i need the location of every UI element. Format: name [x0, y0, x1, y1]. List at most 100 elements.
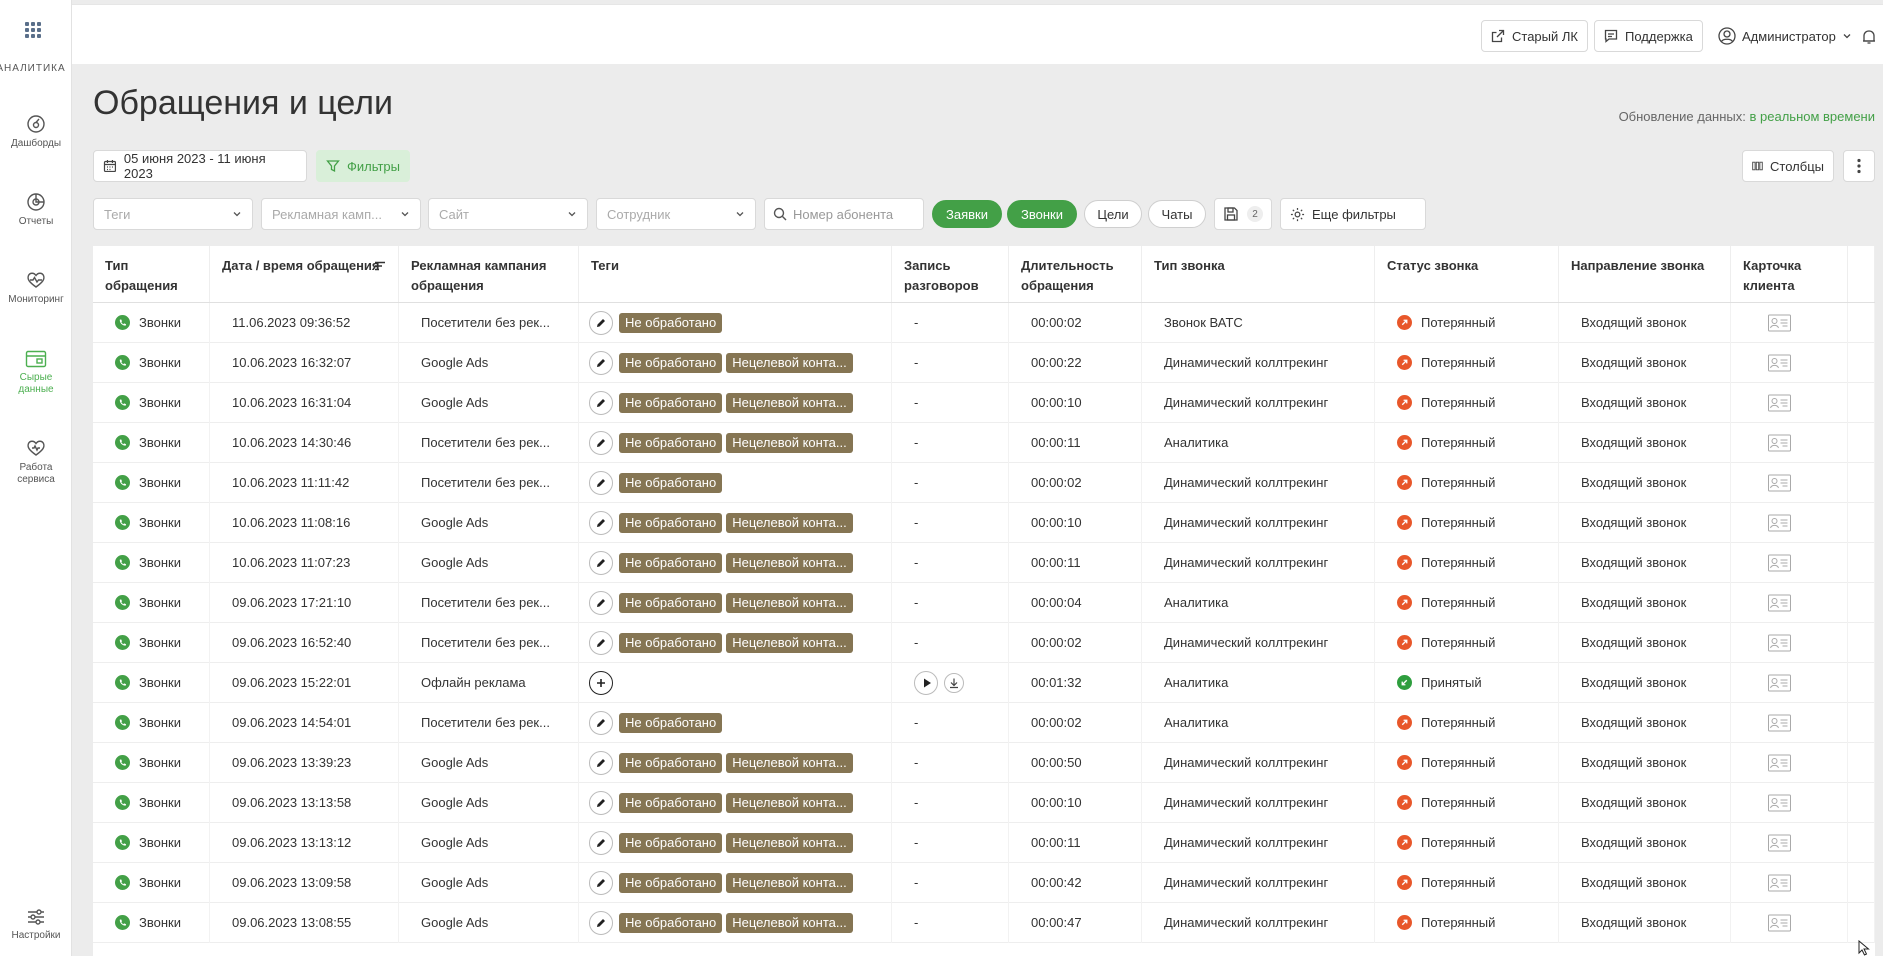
- date-range-picker[interactable]: 05 июня 2023 - 11 июня 2023: [93, 150, 307, 182]
- column-header-record[interactable]: Запись разговоров: [892, 246, 1009, 302]
- columns-button[interactable]: Столбцы: [1742, 150, 1834, 182]
- edit-tags-button[interactable]: [589, 790, 613, 815]
- client-card-icon[interactable]: [1767, 794, 1792, 812]
- client-card-icon[interactable]: [1767, 714, 1792, 732]
- download-record-button[interactable]: [944, 672, 964, 693]
- client-card-icon[interactable]: [1767, 634, 1792, 652]
- type-label: Звонки: [139, 675, 181, 690]
- apps-grid-icon[interactable]: [25, 22, 41, 38]
- column-header-call-status[interactable]: Статус звонка: [1375, 246, 1559, 302]
- edit-tags-button[interactable]: [589, 630, 613, 655]
- client-card-icon[interactable]: [1767, 514, 1792, 532]
- client-card-icon[interactable]: [1767, 834, 1792, 852]
- add-tag-button[interactable]: [589, 670, 613, 695]
- tags-select[interactable]: Теги: [93, 198, 253, 230]
- more-filters-button[interactable]: Еще фильтры: [1280, 198, 1426, 230]
- cell-duration: 00:00:02: [1009, 622, 1142, 663]
- status-arrow: [1401, 679, 1408, 686]
- column-header-duration[interactable]: Длительность обращения: [1009, 246, 1142, 302]
- column-header-call-type[interactable]: Тип звонка: [1142, 246, 1375, 302]
- tag-badge: Не обработано: [619, 592, 723, 613]
- more-options-button[interactable]: [1843, 150, 1875, 182]
- sidebar-item-service[interactable]: Работа сервиса: [0, 438, 72, 486]
- client-card-icon[interactable]: [1767, 914, 1792, 932]
- pill-goals[interactable]: Цели: [1084, 200, 1142, 228]
- edit-tags-button[interactable]: [589, 830, 613, 855]
- site-select[interactable]: Сайт: [428, 198, 588, 230]
- client-card-icon[interactable]: [1767, 314, 1792, 332]
- edit-tags-button[interactable]: [589, 470, 613, 495]
- type-label: Звонки: [139, 875, 181, 890]
- cell-call-type: Динамический коллтрекинг: [1142, 382, 1375, 423]
- phone-icon: [115, 715, 130, 730]
- edit-tags-button[interactable]: [589, 310, 613, 335]
- edit-tags-button[interactable]: [589, 750, 613, 775]
- sidebar-item-monitoring[interactable]: Мониторинг: [0, 270, 72, 305]
- update-value[interactable]: в реальном времени: [1750, 109, 1876, 124]
- tag-badge: Не обработано: [619, 432, 723, 453]
- missed-call-icon: [1397, 475, 1412, 490]
- column-header-datetime[interactable]: Дата / время обращения: [210, 246, 399, 302]
- edit-tags-button[interactable]: [589, 550, 613, 575]
- status-label: Потерянный: [1421, 755, 1496, 770]
- sidebar-item-reports[interactable]: Отчеты: [0, 192, 72, 227]
- status-arrow: [1401, 839, 1408, 846]
- edit-tags-button[interactable]: [589, 430, 613, 455]
- column-header-tags[interactable]: Теги: [579, 246, 892, 302]
- filters-button[interactable]: Фильтры: [316, 150, 410, 182]
- cell-duration: 00:00:10: [1009, 382, 1142, 423]
- cell-record: -: [892, 742, 1009, 783]
- pencil-icon: [597, 838, 605, 847]
- campaign-select[interactable]: Рекламная камп...: [261, 198, 421, 230]
- table-row: Звонки 09.06.2023 13:39:23 Google Ads Не об…: [93, 742, 1875, 783]
- edit-tags-button[interactable]: [589, 590, 613, 615]
- pill-requests[interactable]: Заявки: [932, 200, 1002, 228]
- type-label: Звонки: [139, 315, 181, 330]
- tag-badge: Не обработано: [619, 632, 723, 653]
- client-card-icon[interactable]: [1767, 354, 1792, 372]
- phone-search-input[interactable]: Номер абонента: [764, 198, 924, 230]
- client-card-icon[interactable]: [1767, 434, 1792, 452]
- cell-duration: 00:00:11: [1009, 822, 1142, 863]
- saved-filters-button[interactable]: 2: [1214, 198, 1272, 230]
- user-icon: [1718, 27, 1736, 45]
- pill-chats[interactable]: Чаты: [1148, 200, 1206, 228]
- edit-tags-button[interactable]: [589, 910, 613, 935]
- client-card-icon[interactable]: [1767, 394, 1792, 412]
- support-button[interactable]: Поддержка: [1594, 20, 1703, 52]
- column-header-client-card[interactable]: Карточка клиента: [1731, 246, 1848, 302]
- column-header-direction[interactable]: Направление звонка: [1559, 246, 1731, 302]
- play-record-button[interactable]: [914, 670, 938, 695]
- user-menu[interactable]: Администратор: [1718, 20, 1852, 52]
- sidebar-item-dashboards[interactable]: Дашборды: [0, 114, 72, 149]
- record-empty: -: [914, 755, 919, 770]
- column-header-type[interactable]: Тип обращения: [93, 246, 210, 302]
- client-card-icon[interactable]: [1767, 674, 1792, 692]
- edit-tags-button[interactable]: [589, 510, 613, 535]
- client-card-icon[interactable]: [1767, 754, 1792, 772]
- campaign-select-placeholder: Рекламная камп...: [272, 206, 382, 222]
- column-header-campaign[interactable]: Рекламная кампания обращения: [399, 246, 579, 302]
- sidebar-item-raw-data[interactable]: Сырые данные: [0, 350, 72, 396]
- cell-campaign: Посетители без рек...: [399, 422, 579, 463]
- client-card-icon[interactable]: [1767, 594, 1792, 612]
- client-card-icon[interactable]: [1767, 554, 1792, 572]
- edit-tags-button[interactable]: [589, 870, 613, 895]
- employee-select[interactable]: Сотрудник: [596, 198, 756, 230]
- cell-direction: Входящий звонок: [1559, 782, 1731, 823]
- edit-tags-button[interactable]: [589, 390, 613, 415]
- old-lk-button[interactable]: Старый ЛК: [1481, 20, 1588, 52]
- cell-call-type: Динамический коллтрекинг: [1142, 502, 1375, 543]
- edit-tags-button[interactable]: [589, 710, 613, 735]
- status-arrow: [1401, 399, 1408, 406]
- bell-icon[interactable]: [1861, 29, 1877, 45]
- client-card-icon[interactable]: [1767, 874, 1792, 892]
- type-label: Звонки: [139, 795, 181, 810]
- column-header-label: Дата / время обращения: [222, 258, 380, 273]
- cell-call-status: Потерянный: [1375, 502, 1559, 543]
- pill-calls[interactable]: Звонки: [1007, 200, 1077, 228]
- client-card-icon[interactable]: [1767, 474, 1792, 492]
- sidebar-item-settings[interactable]: Настройки: [0, 908, 72, 941]
- sort-icon[interactable]: [374, 260, 386, 272]
- edit-tags-button[interactable]: [589, 350, 613, 375]
